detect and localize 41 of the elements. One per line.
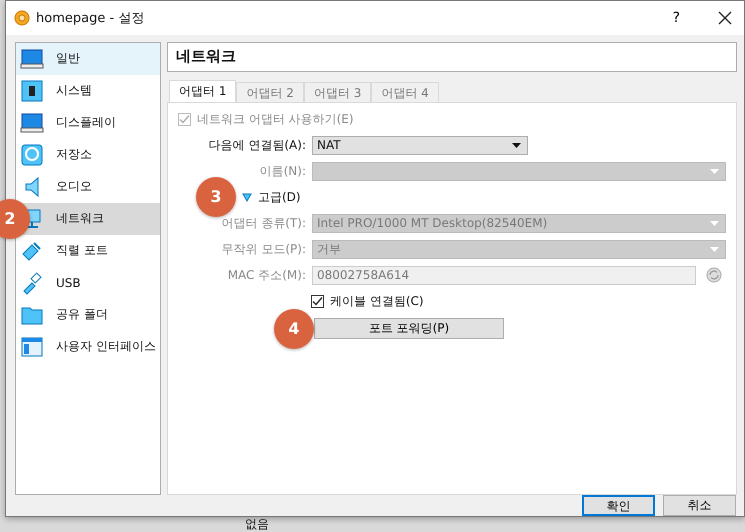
field-label: 어댑터 종류(T): bbox=[220, 214, 306, 232]
checkbox-label: 케이블 연결됨(C) bbox=[330, 292, 424, 310]
port-forwarding-button[interactable]: 포트 포워딩(P) bbox=[314, 318, 504, 340]
adapter-tab[interactable]: 어댑터 2 bbox=[236, 82, 304, 102]
dropdown-field[interactable]: NAT bbox=[312, 136, 528, 155]
ok-button[interactable]: 확인 bbox=[582, 495, 655, 516]
monitor-icon bbox=[20, 46, 44, 71]
page-title: 네트워크 bbox=[167, 42, 737, 72]
sidebar-item[interactable]: 디스플레이 bbox=[16, 106, 160, 139]
window-title: homepage - 설정 bbox=[36, 10, 144, 27]
checkbox[interactable] bbox=[311, 294, 324, 308]
field-label: 다음에 연결됨(A): bbox=[208, 136, 306, 154]
sidebar-item[interactable]: 저장소 bbox=[16, 138, 160, 171]
close-icon[interactable] bbox=[718, 10, 732, 25]
dropdown-field[interactable] bbox=[312, 162, 726, 181]
dropdown-arrow-icon[interactable] bbox=[512, 142, 521, 148]
background-text: 없음 bbox=[245, 517, 269, 531]
sidebar-item[interactable]: 시스템 bbox=[16, 74, 160, 107]
cancel-button[interactable]: 취소 bbox=[663, 495, 736, 516]
sidebar-item[interactable]: 공유 폴더 bbox=[16, 298, 160, 331]
field-label: 무작위 모드(P): bbox=[220, 240, 306, 258]
sidebar-item[interactable]: USB bbox=[16, 266, 160, 299]
help-button[interactable]: ? bbox=[668, 10, 684, 26]
chip-icon bbox=[20, 78, 44, 103]
checkbox-label: 네트워크 어댑터 사용하기(E) bbox=[197, 110, 354, 128]
window-icon bbox=[20, 334, 44, 359]
monitor-icon bbox=[20, 110, 44, 135]
field-label: MAC 주소(M): bbox=[226, 266, 306, 284]
refresh-icon[interactable] bbox=[706, 267, 722, 284]
sidebar-item[interactable]: 사용자 인터페이스 bbox=[16, 330, 160, 363]
step-badge: 3 bbox=[196, 176, 236, 217]
adapter-tab[interactable]: 어댑터 3 bbox=[304, 82, 372, 102]
adapter-tab[interactable]: 어댑터 1 bbox=[169, 80, 236, 102]
advanced-toggle[interactable]: 고급(D) bbox=[258, 188, 301, 206]
expand-arrow-icon[interactable] bbox=[242, 192, 252, 202]
adapter-tab[interactable]: 어댑터 4 bbox=[371, 82, 439, 102]
field-label: 이름(N): bbox=[258, 162, 306, 180]
step-badge: 2 bbox=[0, 198, 30, 239]
step-badge: 4 bbox=[274, 308, 314, 349]
gear-icon bbox=[14, 10, 30, 26]
sidebar-item[interactable]: 일반 bbox=[16, 42, 160, 75]
